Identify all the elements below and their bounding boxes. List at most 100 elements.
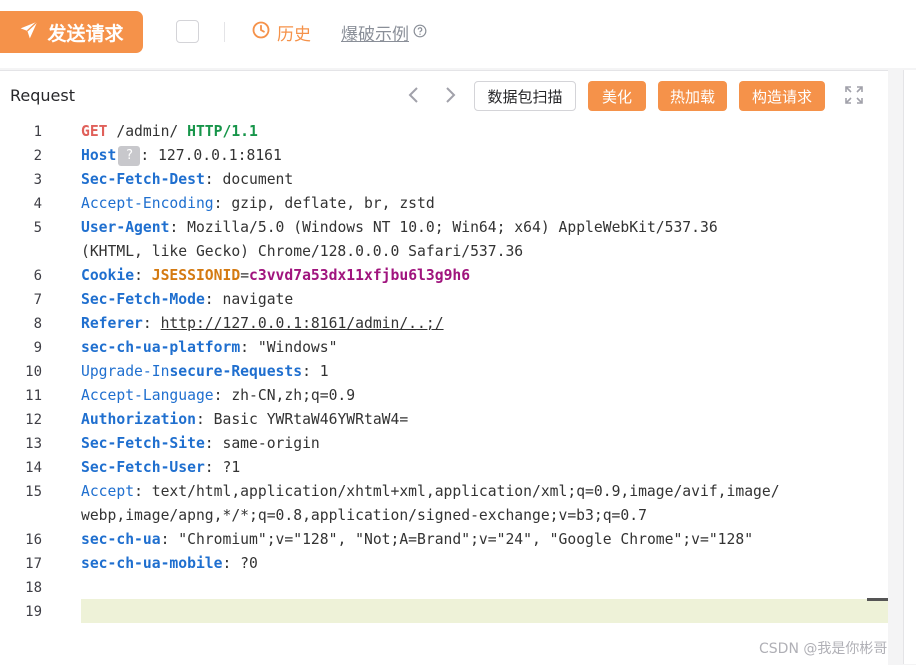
toolbar-divider	[224, 22, 225, 42]
line-number: 17	[25, 556, 42, 572]
request-title: Request	[10, 86, 75, 105]
code-line-sec-ch-ua-mobile: sec-ch-ua-mobile: ?0	[81, 552, 258, 576]
header-key-part: Upgrade-In	[81, 363, 170, 380]
chevron-right-icon[interactable]	[440, 84, 460, 106]
line-number: 10	[25, 364, 42, 380]
cookie-value: c3vvd7a53dx11xfjbu6l3g9h6	[249, 267, 471, 284]
line-number: 9	[33, 340, 42, 356]
header-key: Accept-Encoding	[81, 195, 214, 212]
code-line-cookie: Cookie: JSESSIONID=c3vvd7a53dx11xfjbu6l3…	[81, 264, 470, 288]
header-value: : gzip, deflate, br, zstd	[213, 195, 435, 212]
line-number: 11	[25, 388, 42, 404]
history-button[interactable]: 历史	[251, 20, 311, 45]
line-number: 5	[33, 220, 42, 236]
main-toolbar: 发送请求 历史 爆破示例	[0, 0, 916, 68]
header-sep: :	[134, 267, 152, 284]
code-line-host: Host?: 127.0.0.1:8161	[81, 144, 282, 168]
code-line-sec-fetch-dest: Sec-Fetch-Dest: document	[81, 168, 293, 192]
history-clock-icon	[251, 20, 271, 45]
editor-scroll-marker	[867, 598, 888, 601]
line-number: 8	[33, 316, 42, 332]
header-key: Accept-Language	[81, 387, 214, 404]
header-key: Authorization	[81, 411, 196, 428]
request-panel: Request 数据包扫描 美化 热加载 构造请求 1 2 3 4 5 6 7	[0, 70, 888, 665]
header-key: Accept	[81, 483, 135, 500]
header-key: Host	[81, 147, 117, 164]
code-line-accept: Accept: text/html,application/xhtml+xml,…	[81, 480, 780, 504]
header-key: sec-ch-ua	[81, 531, 161, 548]
header-key: sec-ch-ua-mobile	[81, 555, 223, 572]
history-label: 历史	[277, 25, 311, 45]
header-value: : 127.0.0.1:8161	[140, 147, 282, 164]
header-key: sec-ch-ua-platform	[81, 339, 241, 356]
cookie-eq: =	[240, 267, 250, 284]
header-key-part: secure-Requests	[169, 363, 303, 380]
header-value: : "Chromium";v="128", "Not;A=Brand";v="2…	[160, 531, 754, 548]
code-line-request-line: GET /admin/ HTTP/1.1	[81, 120, 258, 144]
header-value: : ?1	[204, 459, 241, 476]
line-number: 19	[25, 604, 42, 620]
code-line-sec-fetch-site: Sec-Fetch-Site: same-origin	[81, 432, 320, 456]
header-key: Sec-Fetch-Mode	[81, 291, 205, 308]
code-line-user-agent-cont: (KHTML, like Gecko) Chrome/128.0.0.0 Saf…	[81, 243, 524, 260]
brute-force-example-link[interactable]: 爆破示例	[341, 20, 427, 45]
header-value: : zh-CN,zh;q=0.9	[213, 387, 356, 404]
line-number: 2	[33, 148, 42, 164]
line-number: 15	[25, 484, 42, 500]
header-sep: :	[142, 315, 161, 332]
help-circle-icon	[413, 23, 427, 43]
header-value: : 1	[302, 363, 329, 380]
line-number: 13	[25, 436, 42, 452]
code-line-accept-cont: webp,image/apng,*/*;q=0.8,application/si…	[81, 507, 647, 524]
header-key: Cookie	[81, 267, 135, 284]
send-request-label: 发送请求	[47, 22, 124, 45]
line-number: 1	[33, 124, 42, 140]
referer-url-link[interactable]: http://127.0.0.1:8161/admin/..;/	[161, 315, 444, 332]
beautify-button[interactable]: 美化	[588, 81, 646, 111]
header-value: : navigate	[204, 291, 294, 308]
line-number: 14	[25, 460, 42, 476]
code-line-user-agent: User-Agent: Mozilla/5.0 (Windows NT 10.0…	[81, 216, 718, 240]
header-key: Sec-Fetch-Dest	[81, 171, 205, 188]
current-line-highlight	[81, 599, 888, 623]
line-number: 12	[25, 412, 42, 428]
send-request-button[interactable]: 发送请求	[0, 11, 143, 53]
line-number: 7	[33, 292, 42, 308]
header-value: : document	[204, 171, 294, 188]
cookie-key: JSESSIONID	[151, 267, 241, 284]
line-number: 6	[33, 268, 42, 284]
request-code-editor[interactable]: 1 2 3 4 5 6 7 8 9 10 11 12 13 14 15 16 1…	[0, 119, 888, 665]
line-number: 16	[25, 532, 42, 548]
watermark: CSDN @我是你彬哥	[759, 641, 888, 657]
hot-load-button[interactable]: 热加载	[658, 81, 727, 111]
header-key: Sec-Fetch-Site	[81, 435, 205, 452]
header-value: : "Windows"	[240, 339, 338, 356]
code-line-sec-fetch-mode: Sec-Fetch-Mode: navigate	[81, 288, 293, 312]
http-method: GET	[81, 123, 108, 140]
header-value: : Basic YWRtaW46YWRtaW4=	[195, 411, 409, 428]
header-value: : text/html,application/xhtml+xml,applic…	[134, 483, 780, 500]
header-value: : Mozilla/5.0 (Windows NT 10.0; Win64; x…	[169, 219, 718, 236]
header-value: : ?0	[222, 555, 258, 572]
code-line-sec-ch-ua: sec-ch-ua: "Chromium";v="128", "Not;A=Br…	[81, 528, 753, 552]
send-icon	[19, 20, 39, 45]
code-line-upgrade-insecure: Upgrade-Insecure-Requests: 1	[81, 360, 329, 384]
build-request-button[interactable]: 构造请求	[739, 81, 825, 111]
chevron-left-icon[interactable]	[404, 84, 424, 106]
header-key: Referer	[81, 315, 143, 332]
line-number: 3	[33, 172, 42, 188]
header-value: : same-origin	[204, 435, 320, 452]
code-line-referer: Referer: http://127.0.0.1:8161/admin/..;…	[81, 312, 444, 336]
packet-scan-button[interactable]: 数据包扫描	[474, 81, 576, 111]
code-line-accept-encoding: Accept-Encoding: gzip, deflate, br, zstd	[81, 192, 435, 216]
host-hint-badge[interactable]: ?	[118, 146, 141, 166]
request-path: /admin/	[107, 123, 188, 140]
http-protocol: HTTP/1.1	[187, 123, 258, 140]
code-line-sec-ch-ua-platform: sec-ch-ua-platform: "Windows"	[81, 336, 337, 360]
request-panel-header: Request 数据包扫描 美化 热加载 构造请求	[0, 71, 888, 120]
line-number: 4	[33, 196, 42, 212]
fullscreen-icon[interactable]	[845, 86, 863, 104]
option-checkbox[interactable]	[176, 20, 199, 43]
code-line-sec-fetch-user: Sec-Fetch-User: ?1	[81, 456, 240, 480]
header-key: User-Agent	[81, 219, 170, 236]
